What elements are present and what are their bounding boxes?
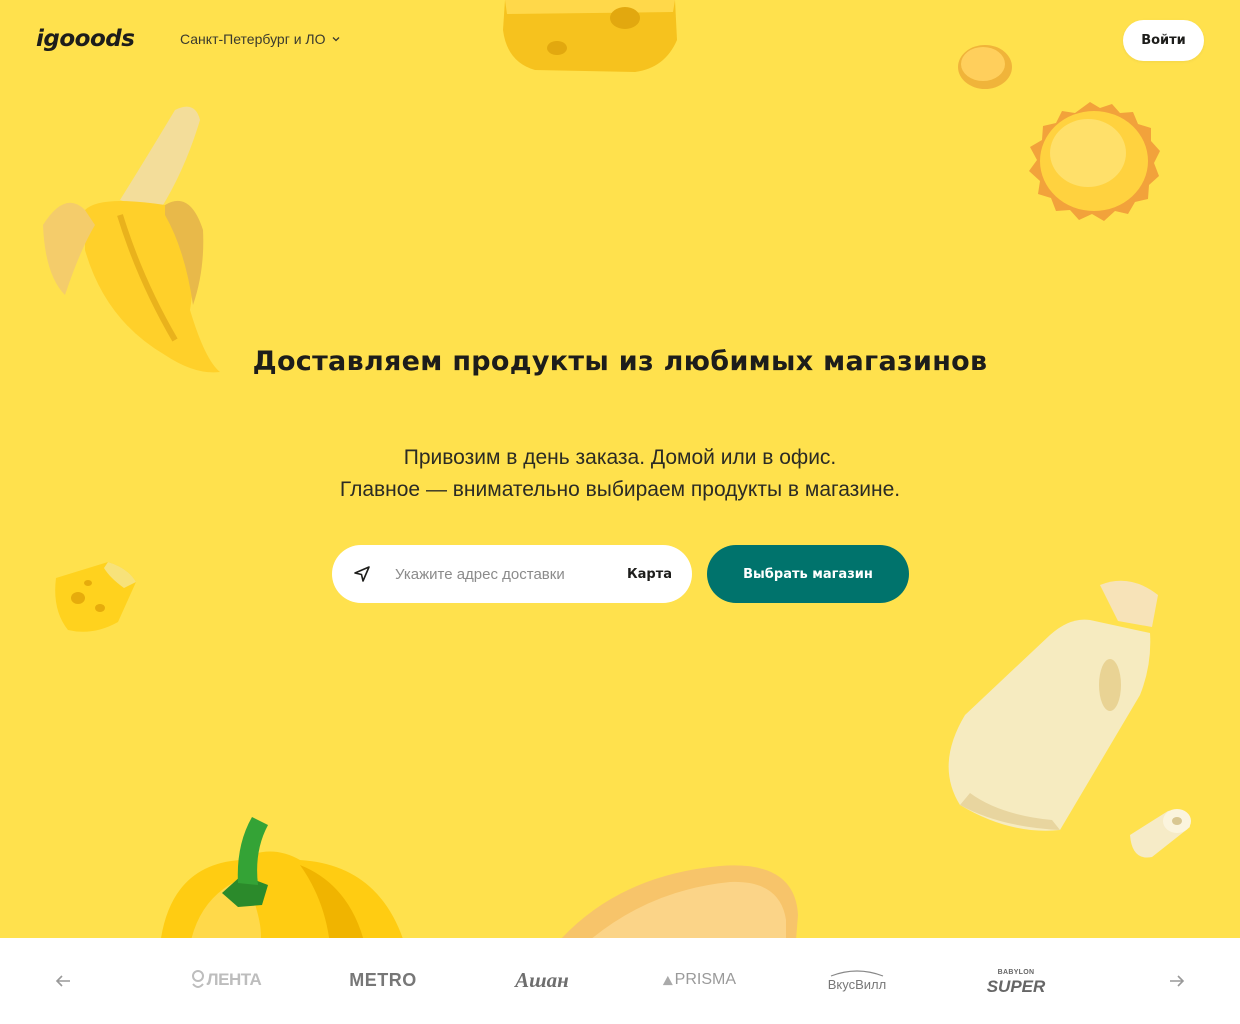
store-name: Ашан xyxy=(515,967,569,992)
choose-store-button[interactable]: Выбрать магазин xyxy=(707,545,909,603)
chevron-down-icon xyxy=(333,37,340,42)
paper-roll-illustration xyxy=(1130,809,1191,858)
store-name: METRO xyxy=(349,969,417,990)
arrow-left-icon xyxy=(55,975,70,987)
lenta-leaf-icon xyxy=(191,970,204,988)
banana-illustration xyxy=(43,106,220,373)
bottle-illustration xyxy=(948,580,1158,831)
arrow-right-icon xyxy=(1170,975,1185,987)
cheese-left-illustration xyxy=(55,562,137,632)
cookie-illustration xyxy=(1029,102,1160,221)
address-search-box: Карта xyxy=(332,545,692,603)
store-name: ЛЕНТА xyxy=(206,970,262,989)
prisma-triangle-icon xyxy=(662,975,673,985)
subtitle-line-1: Привозим в день заказа. Домой или в офис… xyxy=(403,446,837,469)
vkusvill-roof-icon xyxy=(830,969,884,977)
subtitle-line-2: Главное — внимательно выбираем продукты … xyxy=(339,478,901,501)
store-name: PRISMA xyxy=(674,971,736,988)
logo[interactable]: igooods xyxy=(36,26,135,52)
cheese-top-illustration xyxy=(503,0,677,72)
store-name: ВкусВилл xyxy=(827,976,887,992)
page-title: Доставляем продукты из любимых магазинов xyxy=(252,346,988,377)
store-logo-metro[interactable]: METRO xyxy=(346,964,420,996)
carousel-next-button[interactable] xyxy=(1164,968,1190,994)
hero-subtitle: Привозим в день заказа. Домой или в офис… xyxy=(240,442,1000,506)
store-name: SUPER xyxy=(986,977,1046,996)
coin-illustration xyxy=(958,45,1012,89)
navigation-arrow-icon[interactable] xyxy=(352,564,372,584)
store-logo-auchan[interactable]: Ашан xyxy=(508,964,576,996)
login-button[interactable]: Войти xyxy=(1123,20,1204,61)
store-logo-prisma[interactable]: PRISMA xyxy=(662,964,736,996)
map-link[interactable]: Карта xyxy=(627,567,672,582)
city-label: Санкт-Петербург и ЛО xyxy=(180,31,326,47)
address-input[interactable] xyxy=(393,564,627,584)
pepper-illustration xyxy=(161,817,403,938)
store-logo-vkusvill[interactable]: ВкусВилл xyxy=(822,964,892,996)
city-selector[interactable]: Санкт-Петербург и ЛО xyxy=(180,31,341,47)
hero-section: igooods Санкт-Петербург и ЛО Войти Доста… xyxy=(0,0,1240,938)
store-logo-lenta[interactable]: ЛЕНТА xyxy=(190,964,262,996)
stores-carousel: ЛЕНТА METRO Ашан PRISMA ВкусВилл BABYLON… xyxy=(0,938,1240,1024)
bread-illustration xyxy=(561,865,798,938)
store-logo-babylon-super[interactable]: BABYLON SUPER xyxy=(986,964,1046,996)
carousel-prev-button[interactable] xyxy=(50,968,76,994)
